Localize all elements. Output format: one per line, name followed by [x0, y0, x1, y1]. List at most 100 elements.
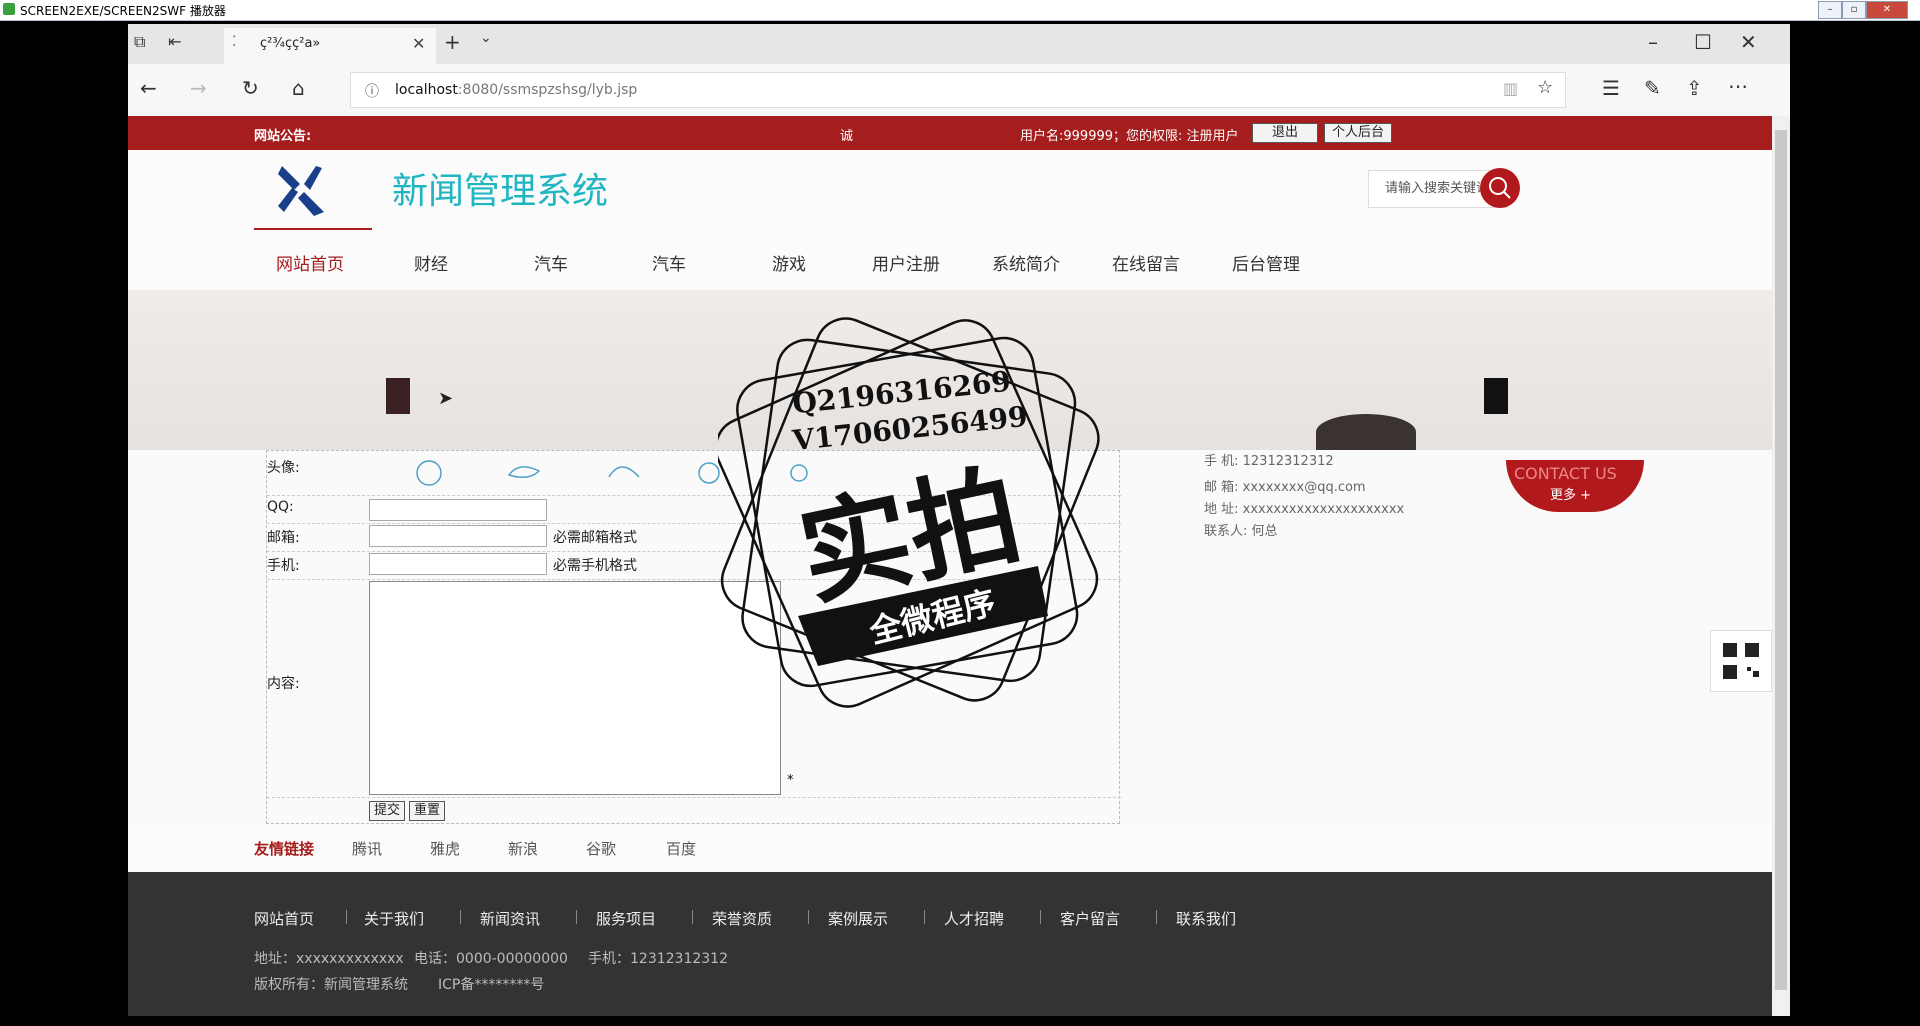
footer-nav-cases[interactable]: 案例展示 — [828, 908, 888, 929]
footer-separator — [576, 910, 577, 924]
footer-nav-messages[interactable]: 客户留言 — [1060, 908, 1120, 929]
row-divider — [267, 797, 1121, 798]
footer-nav-contact[interactable]: 联系我们 — [1176, 908, 1236, 929]
footer-nav-services[interactable]: 服务项目 — [596, 908, 656, 929]
nav-item-auto-2[interactable]: 汽车 — [652, 250, 686, 275]
reading-view-icon[interactable]: ▥ — [1503, 79, 1518, 98]
email-hint: 必需邮箱格式 — [553, 530, 637, 546]
site-title: 新闻管理系统 — [392, 171, 609, 212]
tab-title: ç²¾ç­ç²a» — [260, 36, 321, 51]
content-label: 内容: — [267, 676, 300, 692]
back-icon[interactable]: ← — [140, 76, 157, 100]
url-path: :8080/ssmspzshsg/lyb.jsp — [457, 82, 638, 98]
nav-item-admin[interactable]: 后台管理 — [1232, 250, 1300, 275]
browser-tab[interactable]: ⁚ ç²¾ç­ç²a» ✕ — [224, 28, 436, 64]
forward-icon[interactable]: → — [190, 76, 207, 100]
contact-phone: 手 机: 12312312312 — [1204, 454, 1334, 469]
friend-links-label: 友情链接 — [254, 840, 315, 858]
footer-nav-news[interactable]: 新闻资讯 — [480, 908, 540, 929]
submit-button[interactable]: 提交 — [369, 801, 405, 821]
new-tab-icon[interactable]: + — [444, 30, 461, 54]
share-icon[interactable]: ⇪ — [1686, 76, 1703, 100]
tab-loading-icon: ⁚ — [232, 34, 237, 50]
nav-item-auto[interactable]: 汽车 — [534, 250, 568, 275]
friend-link-sina[interactable]: 新浪 — [508, 838, 538, 859]
maximize-icon[interactable]: ☐ — [1694, 30, 1712, 54]
tab-preview-chevron-icon[interactable]: ⌄ — [480, 30, 492, 46]
email-label: 邮箱: — [267, 530, 300, 546]
close-window-icon[interactable]: ✕ — [1740, 30, 1757, 54]
contact-email: 邮 箱: xxxxxxxx@qq.com — [1204, 480, 1366, 495]
player-close-button[interactable]: ✕ — [1866, 1, 1908, 19]
watermark-stamp: Q2196316269 V17060256499 实拍 全微程序 — [714, 316, 1108, 716]
player-app-icon — [3, 3, 15, 15]
site-header: 新闻管理系统 请输入搜索关键词 — [128, 150, 1772, 231]
contact-person: 联系人: 何总 — [1204, 524, 1278, 539]
qr-code[interactable] — [1710, 630, 1772, 692]
nav-item-messages[interactable]: 在线留言 — [1112, 250, 1180, 275]
footer-separator — [808, 910, 809, 924]
friend-link-yahoo[interactable]: 雅虎 — [430, 838, 460, 859]
scrollbar-thumb[interactable] — [1775, 130, 1787, 990]
footer-nav-honors[interactable]: 荣誉资质 — [712, 908, 772, 929]
footer-nav-home[interactable]: 网站首页 — [254, 908, 314, 929]
footer-address: 地址：xxxxxxxxxxxxx — [254, 951, 404, 967]
nav-item-games[interactable]: 游戏 — [772, 250, 806, 275]
friend-link-baidu[interactable]: 百度 — [666, 838, 696, 859]
qq-label: QQ: — [267, 499, 294, 515]
pen-icon[interactable]: ✎ — [1644, 76, 1661, 100]
page-scrollbar[interactable] — [1772, 116, 1790, 1016]
avatar-label: 头像: — [267, 460, 300, 476]
footer-tel: 电话：0000-00000000 — [414, 951, 568, 967]
contact-address: 地 址: xxxxxxxxxxxxxxxxxxxxx — [1204, 502, 1405, 517]
url-host: localhost — [395, 82, 458, 98]
site-info-icon[interactable]: ⓘ — [365, 81, 379, 101]
search-button[interactable] — [1480, 168, 1520, 208]
phone-input[interactable] — [369, 553, 547, 575]
tab-close-icon[interactable]: ✕ — [412, 34, 425, 53]
footer-mobile: 手机：12312312312 — [588, 951, 728, 967]
reset-button[interactable]: 重置 — [409, 801, 445, 821]
contact-us-text: CONTACT US — [1514, 464, 1617, 483]
site-footer: 网站首页 关于我们 新闻资讯 服务项目 荣誉资质 案例展示 人才招聘 客户留言 … — [128, 872, 1772, 1016]
page-viewport: 网站公告: 诚 用户名:999999；您的权限: 注册用户 退出 个人后台 新闻… — [128, 116, 1772, 1016]
tab-manager-icon[interactable]: ⧉ — [134, 32, 145, 52]
footer-nav-jobs[interactable]: 人才招聘 — [944, 908, 1004, 929]
logout-button[interactable]: 退出 — [1252, 123, 1318, 143]
more-icon[interactable]: ⋯ — [1728, 74, 1748, 98]
phone-label: 手机: — [267, 558, 300, 574]
favorites-hub-icon[interactable]: ☰ — [1602, 76, 1620, 100]
minimize-icon[interactable]: – — [1648, 30, 1658, 54]
contact-more-link[interactable]: 更多 + — [1550, 484, 1591, 503]
admin-button[interactable]: 个人后台 — [1324, 123, 1392, 143]
player-maximize-button[interactable]: ▫ — [1842, 1, 1866, 19]
nav-item-register[interactable]: 用户注册 — [872, 250, 940, 275]
qq-input[interactable] — [369, 499, 547, 521]
favorite-star-icon[interactable]: ☆ — [1537, 77, 1553, 98]
footer-nav-about[interactable]: 关于我们 — [364, 908, 424, 929]
refresh-icon[interactable]: ↻ — [242, 76, 259, 100]
home-icon[interactable]: ⌂ — [292, 76, 305, 100]
player-title-bar: SCREEN2EXE/SCREEN2SWF 播放器 – ▫ ✕ — [0, 0, 1920, 21]
player-title: SCREEN2EXE/SCREEN2SWF 播放器 — [20, 4, 226, 18]
set-tabs-aside-icon[interactable]: ⇤ — [168, 32, 181, 51]
url-field[interactable]: ⓘ localhost:8080/ssmspzshsg/lyb.jsp ▥ ☆ — [350, 72, 1566, 108]
footer-separator — [1040, 910, 1041, 924]
search-icon — [1489, 177, 1511, 199]
browser-window: ⧉ ⇤ ⁚ ç²¾ç­ç²a» ✕ + ⌄ – ☐ ✕ ← → ↻ ⌂ ⓘ lo… — [128, 24, 1790, 1016]
nav-item-home[interactable]: 网站首页 — [276, 250, 344, 275]
required-mark: * — [787, 773, 794, 788]
main-nav: 网站首页 财经 汽车 汽车 游戏 用户注册 系统简介 在线留言 后台管理 — [128, 230, 1772, 290]
friend-link-google[interactable]: 谷歌 — [586, 838, 616, 859]
email-input[interactable] — [369, 525, 547, 547]
contact-us-badge[interactable]: CONTACT US 更多 + — [1506, 460, 1644, 512]
footer-separator — [1156, 910, 1157, 924]
address-toolbar: ← → ↻ ⌂ ⓘ localhost:8080/ssmspzshsg/lyb.… — [128, 64, 1790, 117]
friend-link-tencent[interactable]: 腾讯 — [352, 838, 382, 859]
nav-item-about[interactable]: 系统简介 — [992, 250, 1060, 275]
player-minimize-button[interactable]: – — [1818, 1, 1842, 19]
nav-item-finance[interactable]: 财经 — [414, 250, 448, 275]
url-text: localhost:8080/ssmspzshsg/lyb.jsp — [395, 82, 637, 98]
footer-separator — [346, 910, 347, 924]
footer-copyright: 版权所有：新闻管理系统 — [254, 977, 408, 993]
